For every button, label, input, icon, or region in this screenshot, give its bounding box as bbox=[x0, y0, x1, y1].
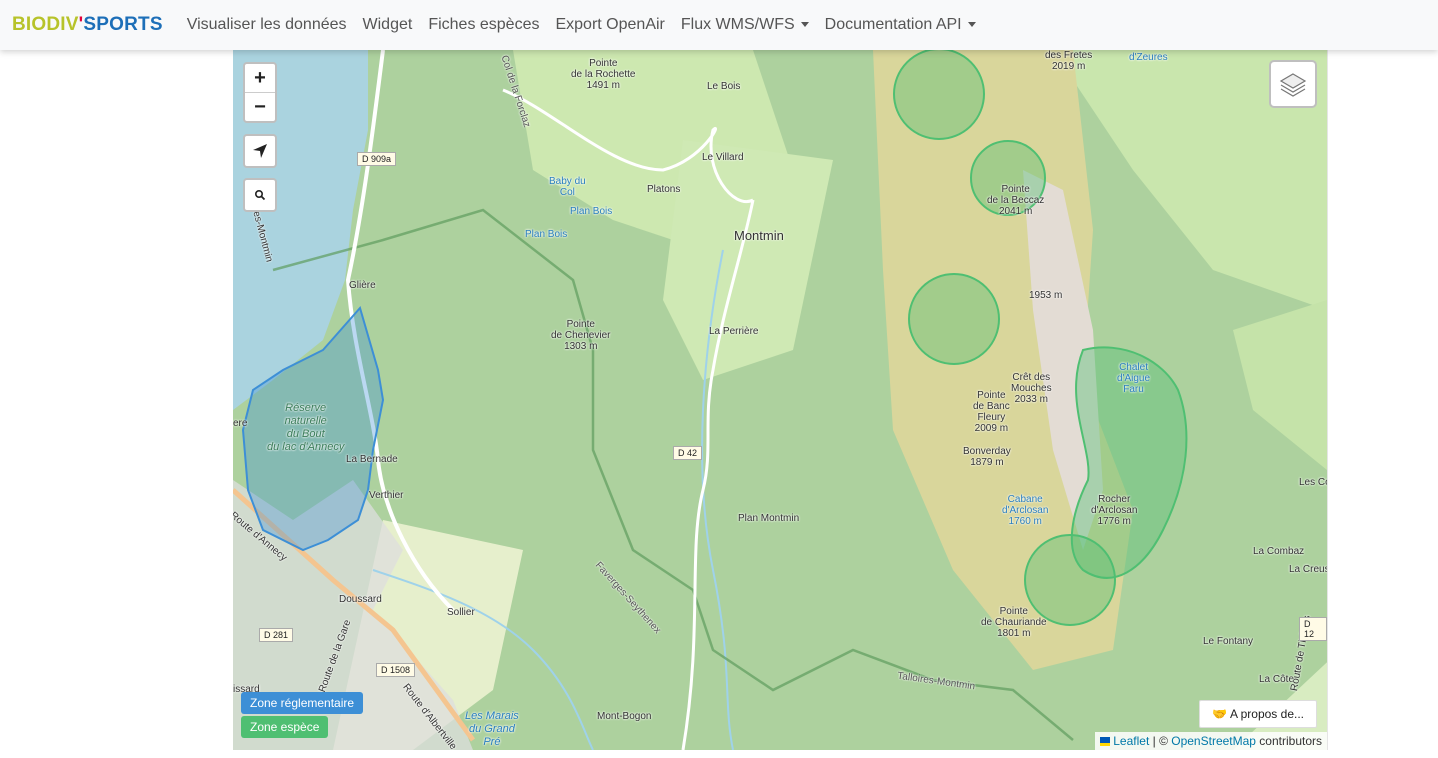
label-plan-bois-1: Plan Bois bbox=[570, 206, 613, 217]
road-badge-d1508: D 1508 bbox=[376, 663, 416, 677]
map-tiles bbox=[233, 50, 1327, 750]
label-bonverday: Bonverday 1879 m bbox=[963, 446, 1011, 468]
label-pointe-rochette: Pointe de la Rochette 1491 m bbox=[571, 58, 636, 91]
zoom-control: + − bbox=[243, 62, 277, 123]
label-la-combaz: La Combaz bbox=[1253, 546, 1305, 557]
label-la-bernade: La Bernade bbox=[346, 454, 398, 465]
label-platons: Platons bbox=[647, 184, 681, 195]
label-la-creus: La Creus bbox=[1289, 564, 1327, 575]
handshake-icon: 🤝 bbox=[1212, 707, 1228, 721]
label-chalet-aigue: Chalet d'Aigue Faru bbox=[1117, 362, 1151, 395]
label-pointe-chenevier: Pointe de Chenevier 1303 m bbox=[551, 319, 611, 352]
nav-documentation-api[interactable]: Documentation API bbox=[825, 16, 976, 34]
label-baby-du-col: Baby du Col bbox=[549, 176, 586, 198]
map-container[interactable]: Pointe de la Rochette 1491 m Le Bois Le Vi… bbox=[233, 50, 1327, 750]
label-les-co: Les Co bbox=[1299, 477, 1327, 488]
brand-part-biodiv: BIODIV bbox=[12, 14, 79, 35]
label-cret-mouches: Crêt des Mouches 2033 m bbox=[1011, 372, 1052, 405]
label-verthier: Verthier bbox=[369, 490, 404, 501]
road-badge-d909a: D 909a bbox=[357, 152, 397, 166]
brand-logo[interactable]: BIODIV'SPORTS bbox=[12, 14, 163, 36]
label-cabane-arclosan: Cabane d'Arclosan 1760 m bbox=[1002, 494, 1049, 527]
label-doussard: Doussard bbox=[339, 594, 382, 605]
right-column bbox=[1327, 50, 1342, 750]
road-badge-d12: D 12 bbox=[1299, 617, 1327, 641]
label-le-fontany: Le Fontany bbox=[1203, 636, 1254, 647]
nav-visualiser[interactable]: Visualiser les données bbox=[187, 16, 347, 34]
about-button[interactable]: 🤝 A propos de... bbox=[1199, 700, 1317, 728]
zoom-in-button[interactable]: + bbox=[245, 64, 275, 92]
label-le-villard: Le Villard bbox=[702, 152, 744, 163]
search-button[interactable] bbox=[243, 178, 277, 212]
flag-icon bbox=[1099, 737, 1110, 747]
label-reserve: Réserve naturelle du Bout du lac d'Annecy bbox=[267, 402, 345, 453]
zoom-out-button[interactable]: − bbox=[245, 92, 275, 121]
road-badge-d281: D 281 bbox=[259, 628, 294, 642]
label-la-perriere: La Perrière bbox=[709, 326, 759, 337]
leaflet-link[interactable]: Leaflet bbox=[1113, 734, 1149, 748]
label-la-cote: La Côte bbox=[1259, 674, 1295, 685]
map-attribution: Leaflet | © OpenStreetMap contributors bbox=[1094, 732, 1327, 750]
label-gliere: Glière bbox=[349, 280, 376, 291]
nav-export-openair[interactable]: Export OpenAir bbox=[555, 16, 664, 34]
main-nav: Visualiser les données Widget Fiches esp… bbox=[187, 16, 992, 34]
label-pointe-chauriande: Pointe de Chauriande 1801 m bbox=[981, 606, 1047, 639]
label-des-fretes: des Fretes 2019 m bbox=[1045, 50, 1093, 72]
label-le-bois: Le Bois bbox=[707, 81, 741, 92]
label-mont-bogon: Mont-Bogon bbox=[597, 711, 652, 722]
nav-fiches-especes[interactable]: Fiches espèces bbox=[428, 16, 539, 34]
about-label: A propos de... bbox=[1229, 707, 1304, 721]
label-1953m: 1953 m bbox=[1029, 290, 1063, 301]
top-navbar: BIODIV'SPORTS Visualiser les données Wid… bbox=[0, 0, 1438, 50]
layers-control-button[interactable] bbox=[1269, 60, 1317, 108]
legend-zone-reglementaire[interactable]: Zone réglementaire bbox=[241, 692, 364, 714]
search-icon bbox=[254, 189, 266, 201]
label-pointe-banc: Pointe de Banc Fleury 2009 m bbox=[973, 390, 1010, 434]
label-pointe-beccaz: Pointe de la Beccaz 2041 m bbox=[987, 184, 1045, 217]
chevron-down-icon bbox=[800, 22, 809, 28]
label-les-marais: Les Marais du Grand Pré bbox=[465, 710, 519, 748]
road-badge-d42: D 42 bbox=[673, 446, 703, 460]
label-plan-montmin: Plan Montmin bbox=[738, 513, 800, 524]
label-plan-bois-2: Plan Bois bbox=[525, 229, 568, 240]
label-dzeures: d'Zeures bbox=[1129, 52, 1168, 63]
label-sollier: Sollier bbox=[447, 607, 475, 618]
label-rocher-arclosan: Rocher d'Arclosan 1776 m bbox=[1091, 494, 1138, 527]
label-montmin: Montmin bbox=[734, 228, 784, 243]
brand-part-sports: SPORTS bbox=[83, 14, 163, 35]
legend-zone-espece[interactable]: Zone espèce bbox=[241, 716, 329, 738]
location-arrow-icon bbox=[253, 144, 267, 158]
label-ere: ere bbox=[233, 418, 248, 429]
attribution-contributors: contributors bbox=[1255, 734, 1322, 748]
nav-flux-wms-wfs[interactable]: Flux WMS/WFS bbox=[681, 16, 809, 34]
chevron-down-icon bbox=[967, 22, 976, 28]
openstreetmap-link[interactable]: OpenStreetMap bbox=[1171, 734, 1256, 748]
locate-button[interactable] bbox=[243, 134, 277, 168]
layers-icon bbox=[1279, 73, 1307, 97]
attribution-separator: | © bbox=[1149, 734, 1172, 748]
nav-widget[interactable]: Widget bbox=[363, 16, 413, 34]
